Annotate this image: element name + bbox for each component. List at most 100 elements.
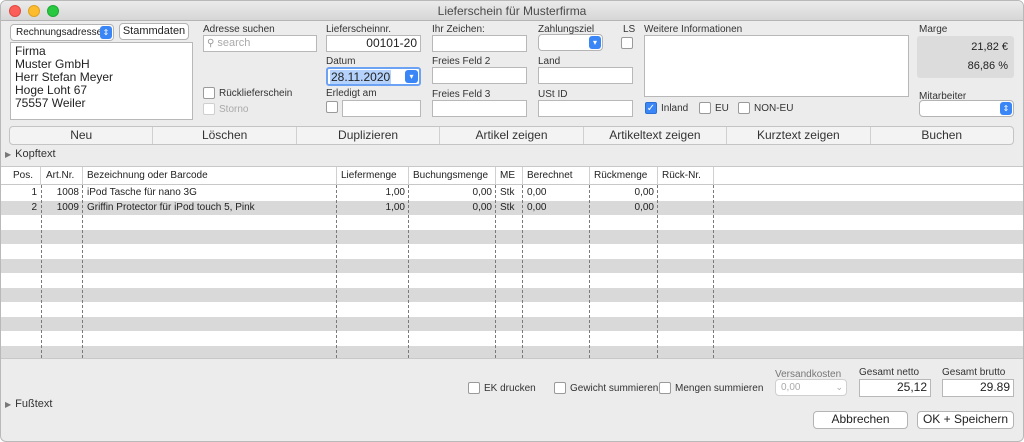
table-cell: 0,00 (634, 187, 654, 198)
table-row[interactable] (1, 215, 1023, 230)
margin-percent: 86,86 % (967, 60, 1008, 72)
zoom-window-button[interactable] (47, 5, 59, 17)
show-article-button[interactable]: Artikel zeigen (440, 127, 584, 144)
address-type-value: Rechnungsadresse (16, 27, 103, 38)
inland-label: Inland (661, 103, 689, 114)
action-toolbar: Neu Löschen Duplizieren Artikel zeigen A… (9, 126, 1014, 145)
chevron-down-icon[interactable]: ▾ (405, 70, 418, 83)
ls-checkbox[interactable] (621, 37, 633, 49)
date-label: Datum (326, 56, 356, 67)
sum-weight-checkbox[interactable] (554, 382, 566, 394)
title-bar: Lieferschein für Musterfirma (1, 1, 1023, 21)
total-net-field[interactable]: 25,12 (859, 379, 931, 397)
ok-save-button[interactable]: OK + Speichern (917, 411, 1014, 429)
ek-print-label: EK drucken (484, 383, 536, 394)
table-cell (658, 201, 714, 215)
book-button[interactable]: Buchen (871, 127, 1013, 144)
address-text-area[interactable]: Firma Muster GmbH Herr Stefan Meyer Hoge… (10, 42, 193, 120)
shipping-cost-popup[interactable]: 0,00 ⌄ (775, 379, 847, 396)
footer-text-label: Fußtext (15, 398, 53, 410)
cancel-button[interactable]: Abbrechen (813, 411, 908, 429)
vat-id-field[interactable] (538, 100, 633, 117)
column-header-return-nr[interactable]: Rück-Nr. (658, 167, 714, 185)
new-button[interactable]: Neu (10, 127, 154, 144)
address-type-popup[interactable]: Rechnungsadresse ⇕ (10, 24, 114, 41)
column-header-art-nr[interactable]: Art.Nr. (42, 167, 83, 185)
delivery-number-label: Lieferscheinnr. (326, 24, 392, 35)
master-data-button[interactable]: Stammdaten (119, 23, 189, 40)
table-cell: 1,00 (385, 201, 405, 213)
table-cell: Stk (500, 187, 515, 198)
table-cell: Griffin Protector für iPod touch 5, Pink (87, 201, 255, 213)
column-divider (495, 185, 496, 358)
search-placeholder: search (217, 37, 251, 49)
column-divider (522, 185, 523, 358)
table-row[interactable] (1, 229, 1023, 244)
total-gross-field[interactable]: 29.89 (942, 379, 1014, 397)
free-field-3[interactable] (432, 100, 527, 117)
column-header-return-qty[interactable]: Rückmenge (590, 167, 658, 185)
non-eu-checkbox[interactable] (738, 102, 750, 114)
table-row[interactable] (1, 244, 1023, 259)
search-label: Adresse suchen (203, 24, 275, 35)
table-row[interactable]: 1 1008 iPod Tasche für nano 3G 1,00 0,00 Stk 0… (1, 186, 1023, 201)
delete-button[interactable]: Löschen (153, 127, 297, 144)
table-cell: 0,00 (472, 187, 492, 198)
date-picker[interactable]: 28.11.2020 ▾ (326, 67, 421, 86)
column-header-description[interactable]: Bezeichnung oder Barcode (83, 167, 337, 185)
shipping-cost-value: 0,00 (781, 382, 801, 393)
table-cell: 0,00 (634, 201, 654, 213)
table-cell: 1009 (56, 201, 79, 213)
ek-print-checkbox[interactable] (468, 382, 480, 394)
column-divider (657, 185, 658, 358)
table-row[interactable]: 2 1009 Griffin Protector für iPod touch 5,… (1, 200, 1023, 215)
return-delivery-checkbox[interactable] (203, 87, 215, 99)
country-label: Land (538, 56, 561, 67)
table-row[interactable] (1, 345, 1023, 358)
minimize-window-button[interactable] (28, 5, 40, 17)
done-date-field[interactable] (342, 100, 421, 117)
search-input[interactable]: ⚲ search (203, 35, 317, 52)
ls-label: LS (623, 24, 636, 35)
cancel-checkbox[interactable] (203, 103, 215, 115)
table-cell: 0,00 (472, 201, 492, 213)
eu-label: EU (715, 103, 729, 114)
sum-quantity-checkbox[interactable] (659, 382, 671, 394)
employee-popup[interactable]: ⇕ (919, 100, 1014, 117)
done-date-label: Erledigt am (326, 88, 377, 99)
country-field[interactable] (538, 67, 633, 84)
column-divider (336, 185, 337, 358)
close-window-button[interactable] (9, 5, 21, 17)
table-row[interactable] (1, 287, 1023, 302)
your-ref-field[interactable] (432, 35, 527, 52)
search-icon: ⚲ (207, 38, 215, 49)
table-cell: 0,00 (527, 187, 547, 198)
footer-text-disclosure[interactable]: ▶ Fußtext (5, 398, 52, 410)
table-row[interactable] (1, 273, 1023, 288)
further-info-textarea[interactable] (644, 35, 909, 97)
table-row[interactable] (1, 316, 1023, 331)
column-header-unit[interactable]: ME (496, 167, 523, 185)
total-gross-label: Gesamt brutto (942, 367, 1006, 378)
column-header-delivery-qty[interactable]: Liefermenge (337, 167, 409, 185)
show-short-text-button[interactable]: Kurztext zeigen (727, 127, 871, 144)
duplicate-button[interactable]: Duplizieren (297, 127, 441, 144)
table-row[interactable] (1, 258, 1023, 273)
done-checkbox[interactable] (326, 101, 338, 113)
show-article-text-button[interactable]: Artikeltext zeigen (584, 127, 728, 144)
checkmark-icon: ✓ (646, 103, 656, 114)
column-header-pos[interactable]: Pos. (9, 167, 41, 185)
non-eu-label: NON-EU (754, 103, 794, 114)
table-row[interactable] (1, 302, 1023, 317)
table-row[interactable] (1, 331, 1023, 346)
column-header-charged[interactable]: Berechnet (523, 167, 590, 185)
further-info-label: Weitere Informationen (644, 24, 743, 35)
eu-checkbox[interactable] (699, 102, 711, 114)
free-field-2-label: Freies Feld 2 (432, 56, 491, 67)
header-text-disclosure[interactable]: ▶ Kopftext (5, 148, 56, 160)
free-field-2[interactable] (432, 67, 527, 84)
inland-checkbox[interactable]: ✓ (645, 102, 657, 114)
payment-term-popup[interactable]: ▾ (538, 34, 603, 51)
delivery-number-field[interactable]: 00101-20 (326, 35, 421, 52)
column-header-booking-qty[interactable]: Buchungsmenge (409, 167, 496, 185)
